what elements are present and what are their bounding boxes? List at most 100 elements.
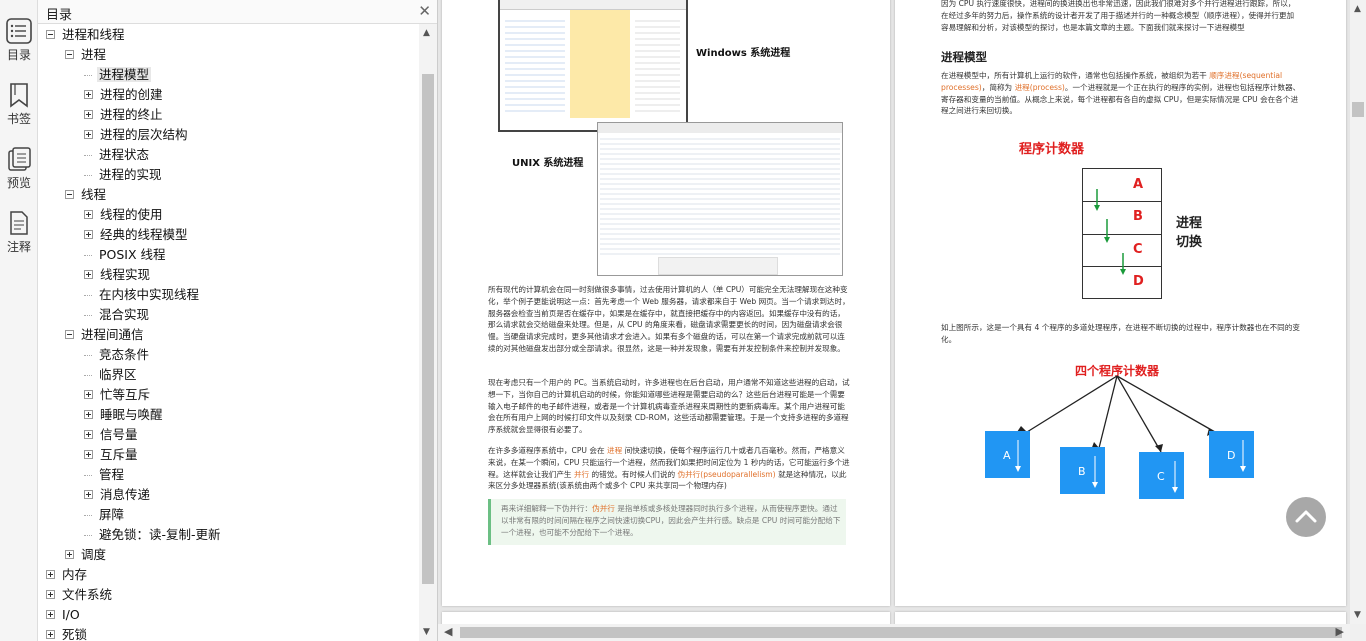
document-horizontal-scrollbar[interactable]: ◀ ▶ — [438, 624, 1350, 641]
rail-toc-button[interactable]: 目录 — [0, 18, 38, 63]
toc-item-label: 进程的层次结构 — [100, 127, 188, 142]
horizontal-scroll-thumb[interactable] — [460, 627, 1342, 638]
toc-item-label: 信号量 — [100, 427, 138, 442]
rail-toc-label: 目录 — [6, 48, 31, 62]
expand-icon[interactable] — [46, 630, 55, 639]
document-viewport: Windows 系统进程 UNIX 系统进程 所有现代的计算机会在同一时刻做很多… — [438, 0, 1350, 624]
rail-annotation-label: 注释 — [6, 240, 31, 254]
rail-preview-button[interactable]: 预览 — [0, 146, 38, 191]
expand-icon[interactable] — [46, 570, 55, 579]
toc-item[interactable]: 进程的层次结构 — [84, 125, 190, 145]
back-to-top-button[interactable] — [1286, 497, 1326, 537]
tree-connector — [84, 375, 92, 376]
toc-item[interactable]: 线程实现 — [84, 265, 152, 285]
unix-caption: UNIX 系统进程 — [512, 158, 584, 169]
toc-item[interactable]: 信号量 — [84, 425, 140, 445]
scroll-up-icon[interactable]: ▲ — [423, 28, 430, 38]
expand-icon[interactable] — [46, 590, 55, 599]
collapse-icon[interactable] — [65, 330, 74, 339]
tree-connector — [84, 515, 92, 516]
expand-icon[interactable] — [84, 270, 93, 279]
scroll-down-icon[interactable]: ▼ — [1354, 610, 1361, 620]
toc-item[interactable]: 进程的创建 — [84, 85, 165, 105]
collapse-icon[interactable] — [65, 190, 74, 199]
bookmark-icon — [6, 82, 32, 108]
tree-connector — [84, 355, 92, 356]
tree-connector — [84, 155, 92, 156]
toc-scrollbar[interactable]: ▲ ▼ — [419, 24, 437, 641]
toc-item[interactable]: 忙等互斥 — [84, 385, 152, 405]
toc-item[interactable]: 文件系统 — [46, 585, 114, 605]
toc-item[interactable]: 互斥量 — [84, 445, 140, 465]
collapse-icon[interactable] — [46, 30, 55, 39]
toc-item[interactable]: 消息传递 — [84, 485, 152, 505]
toc-item[interactable]: 进程的实现 — [84, 165, 164, 185]
expand-icon[interactable] — [84, 230, 93, 239]
collapse-icon[interactable] — [65, 50, 74, 59]
toc-item[interactable]: 混合实现 — [84, 305, 151, 325]
expand-icon[interactable] — [84, 410, 93, 419]
toc-item[interactable]: 线程的使用 — [84, 205, 165, 225]
toc-item[interactable]: 经典的线程模型 — [84, 225, 190, 245]
document-scroll-thumb[interactable] — [1352, 102, 1364, 117]
toc-item-label: 调度 — [81, 547, 107, 562]
counter-box-b: B — [1078, 465, 1086, 478]
paragraph-3: 在许多多道程序系统中，CPU 会在 进程 间快速切换，使每个程序运行几十或者几百… — [488, 446, 850, 491]
toc-item[interactable]: 屏障 — [84, 505, 126, 525]
document-vertical-scrollbar[interactable]: ▲ ▼ — [1350, 0, 1366, 624]
toc-item[interactable]: 进程的终止 — [84, 105, 165, 125]
toc-item[interactable]: 死锁 — [46, 625, 89, 641]
expand-icon[interactable] — [65, 550, 74, 559]
expand-icon[interactable] — [84, 490, 93, 499]
expand-icon[interactable] — [84, 450, 93, 459]
toc-item-label: 临界区 — [99, 367, 137, 382]
toc-item[interactable]: 进程和线程 — [46, 25, 127, 45]
toc-item[interactable]: POSIX 线程 — [84, 245, 168, 265]
program-counter-diagram: A B C D — [1082, 168, 1162, 299]
toc-item[interactable]: I/O — [46, 605, 82, 625]
expand-icon[interactable] — [84, 110, 93, 119]
toc-item[interactable]: 进程间通信 — [65, 325, 146, 345]
toc-item[interactable]: 进程状态 — [84, 145, 151, 165]
rail-annotation-button[interactable]: 注释 — [0, 210, 38, 255]
toc-item[interactable]: 临界区 — [84, 365, 139, 385]
scroll-down-icon[interactable]: ▼ — [423, 627, 430, 637]
toc-item[interactable]: 内存 — [46, 565, 89, 585]
section-title: 进程模型 — [941, 50, 987, 64]
rail-bookmark-label: 书签 — [6, 112, 31, 126]
toc-item-label: 进程的实现 — [99, 167, 162, 182]
pdf-reader-app: 目录 书签 预览 注释 目录 ✕ 进程和线程 进程 进程模型 进程的创建 进程的终止 进程… — [0, 0, 1366, 641]
page-right: 因为 CPU 执行速度很快，进程间的换进换出也非常迅速，因此我们很难对多个并行进… — [895, 0, 1346, 606]
toc-item-label: POSIX 线程 — [99, 247, 166, 262]
page-left: Windows 系统进程 UNIX 系统进程 所有现代的计算机会在同一时刻做很多… — [442, 0, 890, 606]
toc-item[interactable]: 进程模型 — [84, 65, 152, 85]
toc-item-label: 进程的终止 — [100, 107, 163, 122]
expand-icon[interactable] — [84, 130, 93, 139]
scroll-right-icon[interactable]: ▶ — [1336, 625, 1344, 638]
rail-bookmark-button[interactable]: 书签 — [0, 82, 38, 127]
expand-icon[interactable] — [46, 610, 55, 619]
toc-item[interactable]: 进程 — [65, 45, 108, 65]
toc-scroll-thumb[interactable] — [422, 74, 434, 584]
close-icon[interactable]: ✕ — [418, 2, 431, 20]
toc-item[interactable]: 管程 — [84, 465, 126, 485]
highlight-process: 进程 — [607, 446, 623, 455]
toc-item-label: 进程模型 — [97, 67, 152, 82]
toc-item-label: 避免锁：读-复制-更新 — [99, 527, 221, 542]
toc-item[interactable]: 避免锁：读-复制-更新 — [84, 525, 223, 545]
toc-item[interactable]: 竞态条件 — [84, 345, 151, 365]
expand-icon[interactable] — [84, 90, 93, 99]
process-switch-label: 进程切换 — [1176, 216, 1203, 250]
scroll-up-icon[interactable]: ▲ — [1354, 4, 1361, 14]
expand-icon[interactable] — [84, 210, 93, 219]
toc-item[interactable]: 睡眠与唤醒 — [84, 405, 165, 425]
toc-item-label: 进程状态 — [99, 147, 150, 162]
toc-item[interactable]: 调度 — [65, 545, 108, 565]
expand-icon[interactable] — [84, 390, 93, 399]
tree-connector — [84, 255, 92, 256]
counter-box-c: C — [1157, 470, 1165, 483]
expand-icon[interactable] — [84, 430, 93, 439]
toc-item[interactable]: 线程 — [65, 185, 108, 205]
scroll-left-icon[interactable]: ◀ — [444, 625, 452, 638]
toc-item[interactable]: 在内核中实现线程 — [84, 285, 201, 305]
